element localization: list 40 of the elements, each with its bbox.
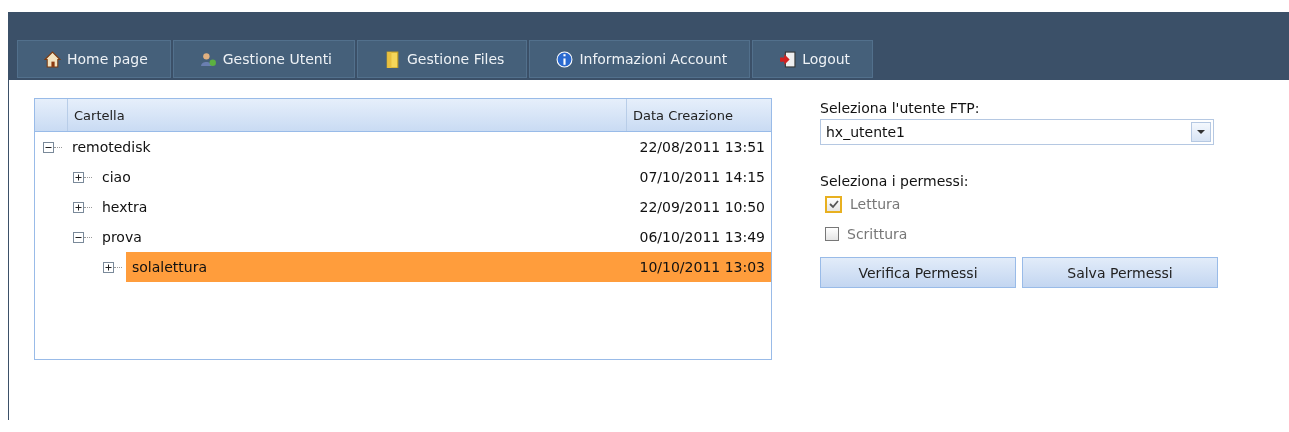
user-dropdown[interactable]: hx_utente1 — [820, 119, 1214, 145]
column-header[interactable]: Cartella — [68, 99, 627, 131]
tree-row[interactable]: solalettura 10/10/2011 13:03 — [126, 252, 771, 282]
folder-icon — [384, 50, 401, 68]
nav-tab[interactable]: Logout — [752, 40, 874, 78]
users-icon — [199, 50, 217, 68]
nav-tab[interactable]: Informazioni Account — [529, 40, 751, 78]
date-cell: 10/10/2011 13:03 — [639, 259, 765, 275]
action-button[interactable]: Salva Permessi — [1022, 257, 1218, 288]
info-icon — [556, 50, 574, 68]
tree-row[interactable]: hextra 22/09/2011 10:50 — [96, 192, 771, 222]
expander-icon[interactable] — [103, 261, 114, 273]
checkmark-icon — [828, 199, 839, 209]
column-header[interactable]: Data Creazione — [627, 99, 771, 131]
tree-row[interactable]: remotedisk 22/08/2011 13:51 — [66, 132, 771, 162]
folder-name: prova — [102, 229, 142, 245]
section-label: Seleziona i permessi: — [820, 173, 970, 189]
date-cell: 06/10/2011 13:49 — [639, 229, 765, 245]
expander-icon[interactable] — [73, 201, 84, 213]
expander-icon[interactable] — [43, 141, 54, 153]
house-icon — [44, 50, 61, 68]
date-cell: 07/10/2011 14:15 — [639, 169, 765, 185]
folder-name: solalettura — [132, 259, 208, 275]
nav-tab[interactable]: Home page — [17, 40, 171, 78]
nav-tab[interactable]: Gestione Utenti — [172, 40, 355, 78]
expander-icon[interactable] — [73, 231, 84, 243]
checkbox-label: Lettura — [850, 196, 901, 212]
expander-icon[interactable] — [73, 171, 84, 183]
action-button[interactable]: Verifica Permessi — [820, 257, 1016, 288]
tree-row[interactable]: prova 06/10/2011 13:49 — [96, 222, 771, 252]
folder-name: ciao — [102, 169, 131, 185]
folder-name: hextra — [102, 199, 148, 215]
exit-door-icon — [779, 50, 797, 68]
date-cell: 22/09/2011 10:50 — [639, 199, 765, 215]
field-label: Seleziona l'utente FTP: — [820, 100, 981, 116]
date-cell: 22/08/2011 13:51 — [639, 139, 765, 155]
folder-name: remotedisk — [72, 139, 151, 155]
checkbox-label: Scrittura — [847, 226, 908, 242]
nav-tab[interactable]: Gestione Files — [357, 40, 528, 78]
tree-row[interactable]: ciao 07/10/2011 14:15 — [96, 162, 771, 192]
